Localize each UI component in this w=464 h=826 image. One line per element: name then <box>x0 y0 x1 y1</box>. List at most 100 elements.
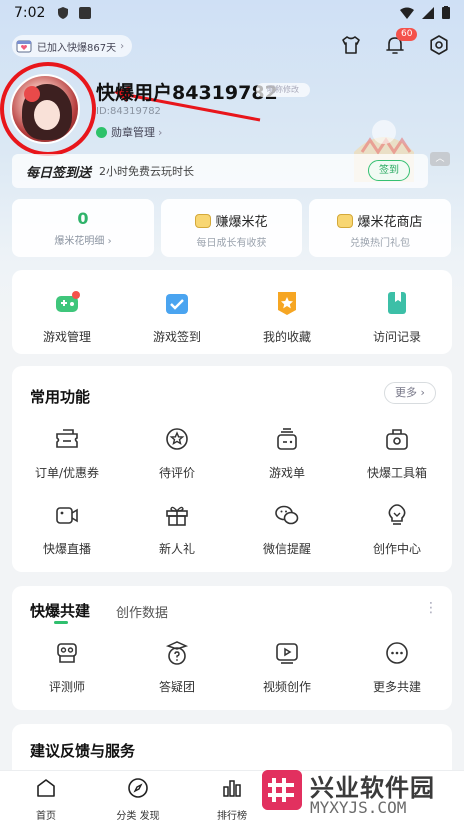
site-watermark: 兴业软件园 MYXYJS.COM <box>258 764 464 826</box>
func-label: 快爆工具箱 <box>366 466 427 480</box>
common-functions-title: 常用功能 <box>30 388 91 406</box>
co-build-card: 快爆共建 创作数据 ⋮ 评测师 答疑团 视频创作 更多共建 <box>12 586 452 710</box>
status-time: 7:02 <box>14 5 46 21</box>
medal-icon <box>96 126 107 138</box>
cobuild-label: 评测师 <box>48 680 85 694</box>
calendar-check-icon <box>166 294 188 314</box>
game-list-icon <box>277 428 297 450</box>
shield-icon <box>58 7 68 19</box>
tab-creation-data[interactable]: 创作数据 <box>116 602 168 621</box>
user-id: ID:84319782 <box>96 106 161 117</box>
compass-icon <box>128 778 148 798</box>
earn-popcorn-card[interactable]: 赚爆米花 每日成长有收获 <box>161 199 302 257</box>
popcorn-balance-value: 0 <box>77 209 89 228</box>
common-functions-card: 常用功能 更多 › 订单/优惠券 待评价 游戏单 快爆工具箱 快爆直播 新人礼 <box>12 366 452 572</box>
more-dots-icon <box>386 642 408 664</box>
quick-item-history[interactable]: 访问记录 <box>342 290 452 345</box>
func-item-toolbox[interactable]: 快爆工具箱 <box>342 426 452 481</box>
popcorn-shop-card[interactable]: 爆米花商店 兑换热门礼包 <box>309 199 451 257</box>
wifi-icon <box>400 7 414 19</box>
collapse-icon[interactable]: ︿ <box>430 152 450 166</box>
nav-label: 首页 <box>36 811 56 822</box>
cobuild-item-reviewer[interactable]: 评测师 <box>12 640 122 695</box>
watermark-url: MYXYJS.COM <box>310 798 407 817</box>
func-label: 游戏单 <box>268 466 305 480</box>
func-item-live[interactable]: 快爆直播 <box>12 502 122 557</box>
live-camera-icon <box>56 507 78 524</box>
nav-home[interactable]: 首页 <box>16 777 76 822</box>
nav-ranking[interactable]: 排行榜 <box>202 777 262 822</box>
game-controller-icon <box>56 291 80 312</box>
joined-days-badge[interactable]: 已加入快爆867天 › <box>12 35 133 57</box>
shirt-icon[interactable] <box>340 34 362 56</box>
medal-label: 勋章管理 <box>111 126 155 139</box>
qa-icon <box>165 641 189 665</box>
cobuild-label: 视频创作 <box>262 680 311 694</box>
quick-item-game-manage[interactable]: 游戏管理 <box>12 290 122 345</box>
func-item-game-list[interactable]: 游戏单 <box>232 426 342 481</box>
joined-days-text: 已加入快爆867天 <box>37 42 117 54</box>
signin-button[interactable]: 签到 <box>368 160 410 181</box>
lightbulb-icon <box>388 504 406 525</box>
reviewer-icon <box>57 643 77 663</box>
toolbox-icon <box>386 429 408 450</box>
nav-label: 分类 发现 <box>116 811 160 822</box>
quick-label: 游戏管理 <box>42 330 91 344</box>
wechat-icon <box>275 505 299 525</box>
star-badge-icon <box>278 292 296 315</box>
func-label: 订单/优惠券 <box>34 466 100 480</box>
settings-gear-icon[interactable] <box>428 34 450 56</box>
popcorn-shop-title: 爆米花商店 <box>357 215 423 230</box>
more-button[interactable]: 更多 › <box>384 382 436 404</box>
quick-item-game-signin[interactable]: 游戏签到 <box>122 290 232 345</box>
home-icon <box>37 779 55 797</box>
cobuild-label: 更多共建 <box>372 680 421 694</box>
nav-label: 排行榜 <box>217 811 247 822</box>
func-label: 待评价 <box>158 466 195 480</box>
quick-label: 访问记录 <box>372 330 421 344</box>
shop-mascot-icon <box>337 213 354 228</box>
cobuild-item-more[interactable]: 更多共建 <box>342 640 452 695</box>
quick-label: 我的收藏 <box>262 330 311 344</box>
func-item-wechat-remind[interactable]: 微信提醒 <box>232 502 342 557</box>
watermark-logo-icon <box>262 770 302 810</box>
func-item-newbie-gift[interactable]: 新人礼 <box>122 502 232 557</box>
cobuild-item-qa[interactable]: 答疑团 <box>122 640 232 695</box>
daily-title: 每日签到送 <box>26 165 92 181</box>
popcorn-balance-card[interactable]: 0 爆米花明细 › <box>12 199 154 257</box>
vertical-dots-icon[interactable]: ⋮ <box>424 600 438 616</box>
daily-signin-bar: 每日签到送 2小时免费云玩时长 签到 <box>12 154 428 188</box>
earn-popcorn-title: 赚爆米花 <box>215 215 268 230</box>
func-item-pending-review[interactable]: 待评价 <box>122 426 232 481</box>
nav-discover[interactable]: 分类 发现 <box>108 777 168 822</box>
popcorn-detail-link: 爆米花明细 › <box>54 236 112 247</box>
func-label: 快爆直播 <box>42 542 91 556</box>
status-bar: 7:02 <box>0 0 464 28</box>
username[interactable]: 快爆用户84319782 <box>96 78 278 105</box>
func-label: 新人礼 <box>158 542 195 556</box>
quick-actions-card: 游戏管理 游戏签到 我的收藏 访问记录 <box>12 270 452 354</box>
cobuild-item-video[interactable]: 视频创作 <box>232 640 342 695</box>
coupon-icon <box>56 429 78 448</box>
tab-underline <box>54 621 68 624</box>
app-square-icon <box>79 7 91 19</box>
status-right-icons <box>400 6 450 19</box>
func-label: 创作中心 <box>372 542 421 556</box>
tab-co-build[interactable]: 快爆共建 <box>30 600 90 621</box>
rename-tag[interactable]: 昵称修改 <box>256 83 310 97</box>
earn-popcorn-sub: 每日成长有收获 <box>196 238 267 249</box>
battery-icon <box>442 6 450 19</box>
chevron-right-icon: › <box>120 40 125 52</box>
quick-item-favorites[interactable]: 我的收藏 <box>232 290 342 345</box>
func-label: 微信提醒 <box>262 542 311 556</box>
notification-button[interactable]: 60 <box>384 28 418 56</box>
top-icon-bar: 60 <box>340 28 450 56</box>
func-item-creator-center[interactable]: 创作中心 <box>342 502 452 557</box>
feedback-title: 建议反馈与服务 <box>30 742 136 760</box>
cobuild-label: 答疑团 <box>158 680 195 694</box>
gift-icon <box>166 506 188 526</box>
func-item-orders[interactable]: 订单/优惠券 <box>12 426 122 481</box>
quick-label: 游戏签到 <box>152 330 201 344</box>
medal-management-button[interactable]: 勋章管理 › <box>96 124 162 140</box>
notification-count-badge: 60 <box>396 28 418 41</box>
